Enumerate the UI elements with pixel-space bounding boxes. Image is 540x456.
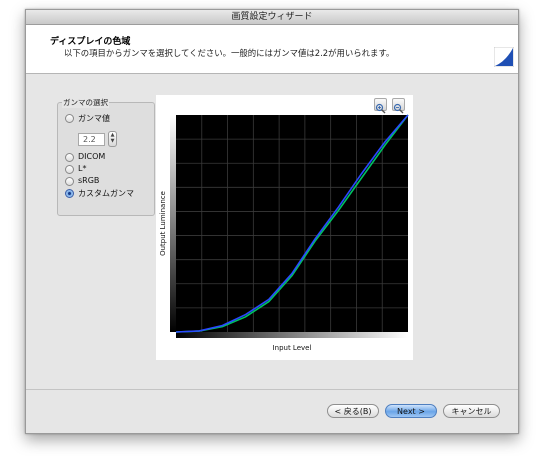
y-gradient-bar [170, 115, 176, 332]
radio-lstar-label: L* [78, 164, 87, 173]
zoom-out-icon [393, 103, 404, 114]
gamma-value-field[interactable]: 2.2 [78, 133, 105, 146]
next-button[interactable]: Next > [385, 404, 437, 418]
gamma-group-title: ガンマの選択 [62, 97, 109, 108]
radio-dicom-label: DICOM [78, 152, 106, 161]
wizard-window: 画質設定ウィザード ディスプレイの色域 以下の項目からガンマを選択してください。… [25, 9, 519, 434]
cancel-button[interactable]: キャンセル [443, 404, 500, 418]
radio-custom-gamma-label: カスタムガンマ [78, 189, 134, 198]
radio-gamma-value[interactable] [65, 114, 74, 123]
y-axis-label: Output Luminance [159, 191, 167, 256]
back-button[interactable]: < 戻る(B) [327, 404, 379, 418]
radio-lstar[interactable] [65, 165, 74, 174]
zoom-in-button[interactable] [374, 98, 387, 114]
radio-srgb[interactable] [65, 177, 74, 186]
header-panel: ディスプレイの色域 以下の項目からガンマを選択してください。一般的にはガンマ値は… [26, 25, 518, 74]
window-title: 画質設定ウィザード [26, 10, 518, 25]
gamma-chart: Input Level Output Luminance [159, 114, 409, 352]
footer-divider [26, 389, 518, 390]
zoom-in-icon [375, 103, 386, 114]
page-title: ディスプレイの色域 [50, 37, 131, 47]
radio-custom-gamma[interactable] [65, 189, 74, 198]
zoom-out-button[interactable] [392, 98, 405, 114]
gamma-chart-panel: Input Level Output Luminance [156, 95, 413, 360]
radio-dicom[interactable] [65, 153, 74, 162]
plot-area [176, 115, 408, 332]
gamma-stepper[interactable]: ▲ ▼ [108, 131, 117, 147]
radio-gamma-value-label: ガンマ値 [78, 114, 110, 123]
page-subtitle: 以下の項目からガンマを選択してください。一般的にはガンマ値は2.2が用いられます… [64, 48, 395, 58]
radio-srgb-label: sRGB [78, 176, 100, 185]
wizard-logo-icon [494, 47, 514, 67]
x-axis-label: Input Level [273, 344, 312, 352]
x-gradient-bar [176, 332, 408, 338]
